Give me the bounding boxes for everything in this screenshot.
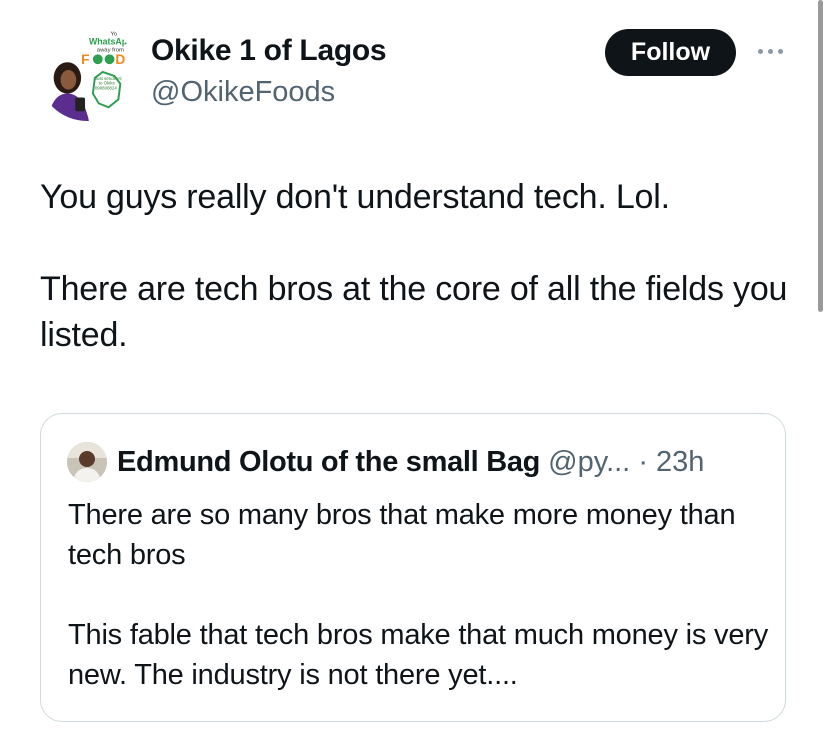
tweet-paragraph: There are tech bros at the core of all t…: [40, 270, 788, 354]
dot: [777, 48, 783, 54]
dot: [757, 48, 763, 54]
dot: [767, 48, 773, 54]
quoted-timestamp[interactable]: · 23h: [638, 446, 704, 478]
scrollbar[interactable]: [818, 0, 823, 312]
quoted-author-avatar[interactable]: [67, 442, 107, 482]
quoted-tweet-card[interactable]: Edmund Olotu of the small Bag @py... · 2…: [40, 413, 786, 722]
author-avatar[interactable]: Yo WhatsAp away from F D Just sende Hi t…: [38, 23, 136, 121]
quoted-author-handle[interactable]: @py...: [548, 446, 630, 478]
author-display-name[interactable]: Okike 1 of Lagos: [151, 34, 387, 68]
tweet-body: You guys really don't understand tech. L…: [40, 174, 800, 358]
quoted-paragraph: There are so many bros that make more mo…: [68, 499, 736, 571]
tweet-paragraph: You guys really don't understand tech. L…: [40, 178, 670, 216]
quoted-author-name[interactable]: Edmund Olotu of the small Bag: [117, 446, 540, 478]
svg-text:09080882​4: 09080882​4: [95, 86, 118, 91]
svg-text:WhatsAp: WhatsAp: [89, 37, 128, 47]
svg-text:D: D: [115, 52, 125, 67]
follow-button[interactable]: Follow: [605, 29, 736, 76]
svg-text:F: F: [81, 52, 89, 67]
quoted-paragraph: This fable that tech bros make that much…: [68, 619, 769, 691]
quoted-header: Edmund Olotu of the small Bag @py... · 2…: [117, 443, 704, 481]
more-options-icon[interactable]: [752, 38, 788, 64]
avatar-image: Yo WhatsAp away from F D Just sende Hi t…: [38, 23, 136, 121]
quoted-tweet-body: There are so many bros that make more mo…: [68, 495, 768, 695]
quoted-avatar-image: [67, 442, 107, 482]
tweet-view: Yo WhatsAp away from F D Just sende Hi t…: [0, 0, 828, 753]
author-handle[interactable]: @OkikeFoods: [151, 76, 335, 109]
